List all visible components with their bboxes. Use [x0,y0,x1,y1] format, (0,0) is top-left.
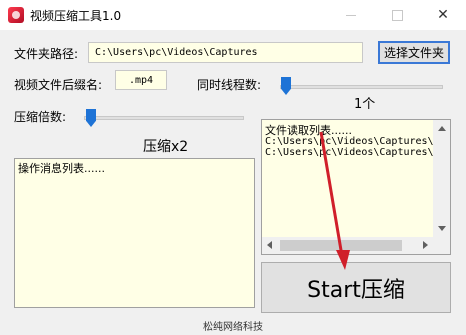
video-suffix-label: 视频文件后缀名: [14,78,103,92]
compression-ratio-label: 压缩倍数: [14,110,67,124]
minimize-icon[interactable] [328,0,374,30]
folder-path-label: 文件夹路径: [14,47,79,61]
thread-count-value: 1个 [354,97,376,112]
file-list[interactable]: 文件读取列表...... C:\Users\pc\Videos\Captures… [261,119,451,255]
compression-ratio-track[interactable] [84,116,244,120]
title-bar: 视频压缩工具1.0 ✕ [0,0,466,30]
compression-ratio-value: 压缩x2 [143,139,189,155]
list-item[interactable]: C:\Users\pc\Videos\Captures\5b5 [265,147,450,158]
maximize-icon[interactable] [374,0,420,30]
file-list-vertical-scrollbar[interactable] [433,120,450,237]
compression-ratio-slider-thumb[interactable] [86,109,96,127]
folder-path-input[interactable]: C:\Users\pc\Videos\Captures [88,42,363,63]
footer-company: 松纯网络科技 [203,322,263,333]
window-title: 视频压缩工具1.0 [30,9,122,23]
scroll-down-icon[interactable] [438,226,446,231]
close-icon[interactable]: ✕ [420,0,466,30]
list-item[interactable]: C:\Users\pc\Videos\Captures\5b5 [265,136,450,147]
file-list-horizontal-scrollbar[interactable] [262,237,433,254]
thread-count-slider-thumb[interactable] [281,77,291,95]
scrollbar-corner [433,237,450,254]
scroll-left-icon[interactable] [267,241,272,249]
scroll-right-icon[interactable] [423,241,428,249]
message-list-header: 操作消息列表...... [18,162,105,175]
message-list[interactable]: 操作消息列表...... [14,158,255,308]
horizontal-scroll-thumb[interactable] [280,240,402,251]
start-compress-button[interactable]: Start压缩 [261,262,451,313]
thread-count-track[interactable] [280,85,443,89]
scroll-up-icon[interactable] [438,126,446,131]
select-folder-button[interactable]: 选择文件夹 [378,41,450,64]
video-suffix-input[interactable]: .mp4 [115,70,167,90]
app-logo-icon [8,7,24,23]
thread-count-label: 同时线程数: [197,78,262,92]
